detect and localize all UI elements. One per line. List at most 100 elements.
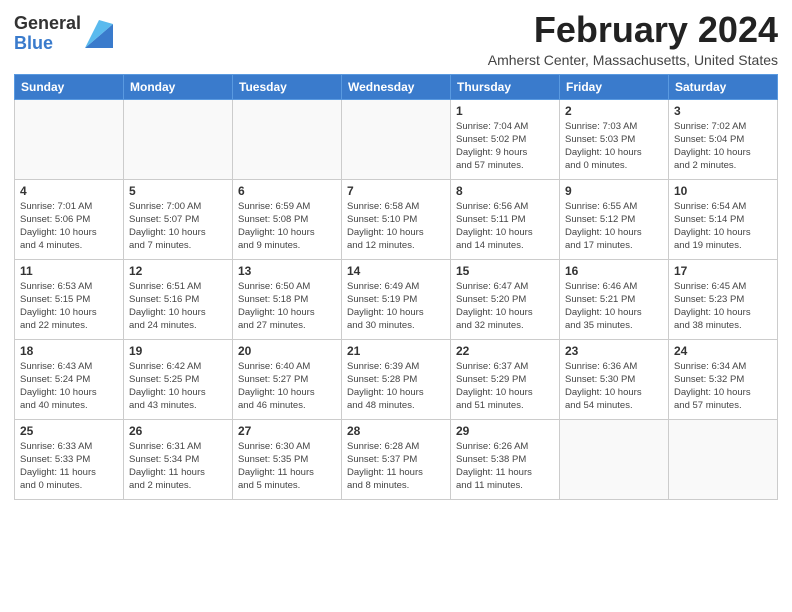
calendar-cell: 11 Sunrise: 6:53 AM Sunset: 5:15 PM Dayli… [15, 259, 124, 339]
day-info: Sunrise: 7:01 AM Sunset: 5:06 PM Dayligh… [20, 200, 118, 253]
calendar-week-0: 1Sunrise: 7:04 AM Sunset: 5:02 PM Daylig… [15, 99, 778, 179]
header-sunday: Sunday [15, 74, 124, 99]
day-number: 29 [456, 424, 554, 438]
calendar-cell: 6 Sunrise: 6:59 AM Sunset: 5:08 PM Daylig… [233, 179, 342, 259]
calendar-week-2: 11 Sunrise: 6:53 AM Sunset: 5:15 PM Dayli… [15, 259, 778, 339]
header-saturday: Saturday [669, 74, 778, 99]
day-info: Sunrise: 6:33 AM Sunset: 5:33 PM Dayligh… [20, 440, 118, 493]
day-number: 27 [238, 424, 336, 438]
calendar-cell: 29 Sunrise: 6:26 AM Sunset: 5:38 PM Dayli… [451, 419, 560, 499]
day-info: Sunrise: 6:34 AM Sunset: 5:32 PM Dayligh… [674, 360, 772, 413]
logo-general: General [14, 13, 81, 33]
day-info: Sunrise: 6:31 AM Sunset: 5:34 PM Dayligh… [129, 440, 227, 493]
day-number: 10 [674, 184, 772, 198]
day-info: Sunrise: 6:28 AM Sunset: 5:37 PM Dayligh… [347, 440, 445, 493]
day-number: 12 [129, 264, 227, 278]
day-number: 24 [674, 344, 772, 358]
day-number: 26 [129, 424, 227, 438]
calendar-cell: 21 Sunrise: 6:39 AM Sunset: 5:28 PM Dayli… [342, 339, 451, 419]
day-number: 7 [347, 184, 445, 198]
calendar-cell: 17Sunrise: 6:45 AM Sunset: 5:23 PM Dayli… [669, 259, 778, 339]
day-number: 25 [20, 424, 118, 438]
day-number: 6 [238, 184, 336, 198]
calendar-cell [560, 419, 669, 499]
day-number: 3 [674, 104, 772, 118]
day-info: Sunrise: 7:00 AM Sunset: 5:07 PM Dayligh… [129, 200, 227, 253]
calendar-cell: 23Sunrise: 6:36 AM Sunset: 5:30 PM Dayli… [560, 339, 669, 419]
day-info: Sunrise: 6:50 AM Sunset: 5:18 PM Dayligh… [238, 280, 336, 333]
day-info: Sunrise: 6:43 AM Sunset: 5:24 PM Dayligh… [20, 360, 118, 413]
calendar-week-1: 4 Sunrise: 7:01 AM Sunset: 5:06 PM Daylig… [15, 179, 778, 259]
calendar-cell: 5Sunrise: 7:00 AM Sunset: 5:07 PM Daylig… [124, 179, 233, 259]
header-friday: Friday [560, 74, 669, 99]
day-number: 9 [565, 184, 663, 198]
calendar: Sunday Monday Tuesday Wednesday Thursday… [14, 74, 778, 500]
calendar-cell: 25 Sunrise: 6:33 AM Sunset: 5:33 PM Dayli… [15, 419, 124, 499]
calendar-cell [233, 99, 342, 179]
calendar-cell: 12 Sunrise: 6:51 AM Sunset: 5:16 PM Dayli… [124, 259, 233, 339]
day-number: 13 [238, 264, 336, 278]
day-info: Sunrise: 6:26 AM Sunset: 5:38 PM Dayligh… [456, 440, 554, 493]
calendar-cell: 13 Sunrise: 6:50 AM Sunset: 5:18 PM Dayli… [233, 259, 342, 339]
calendar-cell: 8 Sunrise: 6:56 AM Sunset: 5:11 PM Daylig… [451, 179, 560, 259]
day-info: Sunrise: 6:58 AM Sunset: 5:10 PM Dayligh… [347, 200, 445, 253]
day-info: Sunrise: 6:49 AM Sunset: 5:19 PM Dayligh… [347, 280, 445, 333]
calendar-cell: 7 Sunrise: 6:58 AM Sunset: 5:10 PM Daylig… [342, 179, 451, 259]
header-thursday: Thursday [451, 74, 560, 99]
day-info: Sunrise: 6:30 AM Sunset: 5:35 PM Dayligh… [238, 440, 336, 493]
day-info: Sunrise: 6:40 AM Sunset: 5:27 PM Dayligh… [238, 360, 336, 413]
day-info: Sunrise: 6:42 AM Sunset: 5:25 PM Dayligh… [129, 360, 227, 413]
logo-icon [85, 20, 113, 48]
page-container: General Blue February 2024 Amherst Cente… [0, 0, 792, 508]
day-number: 17 [674, 264, 772, 278]
calendar-cell: 2Sunrise: 7:03 AM Sunset: 5:03 PM Daylig… [560, 99, 669, 179]
day-number: 15 [456, 264, 554, 278]
calendar-cell: 4 Sunrise: 7:01 AM Sunset: 5:06 PM Daylig… [15, 179, 124, 259]
day-number: 20 [238, 344, 336, 358]
day-number: 4 [20, 184, 118, 198]
calendar-cell: 18 Sunrise: 6:43 AM Sunset: 5:24 PM Dayli… [15, 339, 124, 419]
calendar-cell [15, 99, 124, 179]
logo-text: General Blue [14, 14, 81, 54]
header-row: General Blue February 2024 Amherst Cente… [14, 10, 778, 68]
day-info: Sunrise: 7:02 AM Sunset: 5:04 PM Dayligh… [674, 120, 772, 173]
calendar-cell: 27 Sunrise: 6:30 AM Sunset: 5:35 PM Dayli… [233, 419, 342, 499]
day-number: 22 [456, 344, 554, 358]
day-number: 19 [129, 344, 227, 358]
day-number: 18 [20, 344, 118, 358]
calendar-week-3: 18 Sunrise: 6:43 AM Sunset: 5:24 PM Dayli… [15, 339, 778, 419]
day-number: 28 [347, 424, 445, 438]
day-info: Sunrise: 7:04 AM Sunset: 5:02 PM Dayligh… [456, 120, 554, 173]
day-number: 2 [565, 104, 663, 118]
calendar-cell [124, 99, 233, 179]
day-number: 8 [456, 184, 554, 198]
calendar-cell: 10 Sunrise: 6:54 AM Sunset: 5:14 PM Dayli… [669, 179, 778, 259]
day-info: Sunrise: 6:55 AM Sunset: 5:12 PM Dayligh… [565, 200, 663, 253]
day-info: Sunrise: 6:39 AM Sunset: 5:28 PM Dayligh… [347, 360, 445, 413]
calendar-cell: 28 Sunrise: 6:28 AM Sunset: 5:37 PM Dayli… [342, 419, 451, 499]
calendar-cell: 20 Sunrise: 6:40 AM Sunset: 5:27 PM Dayli… [233, 339, 342, 419]
calendar-cell: 16Sunrise: 6:46 AM Sunset: 5:21 PM Dayli… [560, 259, 669, 339]
day-info: Sunrise: 6:56 AM Sunset: 5:11 PM Dayligh… [456, 200, 554, 253]
logo-blue: Blue [14, 33, 53, 53]
day-number: 14 [347, 264, 445, 278]
day-info: Sunrise: 6:36 AM Sunset: 5:30 PM Dayligh… [565, 360, 663, 413]
location: Amherst Center, Massachusetts, United St… [488, 52, 778, 68]
header-monday: Monday [124, 74, 233, 99]
calendar-cell: 19 Sunrise: 6:42 AM Sunset: 5:25 PM Dayli… [124, 339, 233, 419]
day-info: Sunrise: 6:59 AM Sunset: 5:08 PM Dayligh… [238, 200, 336, 253]
day-info: Sunrise: 6:37 AM Sunset: 5:29 PM Dayligh… [456, 360, 554, 413]
calendar-cell: 1Sunrise: 7:04 AM Sunset: 5:02 PM Daylig… [451, 99, 560, 179]
day-number: 11 [20, 264, 118, 278]
calendar-cell: 26 Sunrise: 6:31 AM Sunset: 5:34 PM Dayli… [124, 419, 233, 499]
weekday-header-row: Sunday Monday Tuesday Wednesday Thursday… [15, 74, 778, 99]
header-tuesday: Tuesday [233, 74, 342, 99]
day-number: 21 [347, 344, 445, 358]
day-info: Sunrise: 6:53 AM Sunset: 5:15 PM Dayligh… [20, 280, 118, 333]
calendar-cell [342, 99, 451, 179]
day-info: Sunrise: 6:54 AM Sunset: 5:14 PM Dayligh… [674, 200, 772, 253]
day-info: Sunrise: 6:51 AM Sunset: 5:16 PM Dayligh… [129, 280, 227, 333]
calendar-cell: 24 Sunrise: 6:34 AM Sunset: 5:32 PM Dayli… [669, 339, 778, 419]
logo: General Blue [14, 14, 113, 54]
calendar-cell: 22 Sunrise: 6:37 AM Sunset: 5:29 PM Dayli… [451, 339, 560, 419]
